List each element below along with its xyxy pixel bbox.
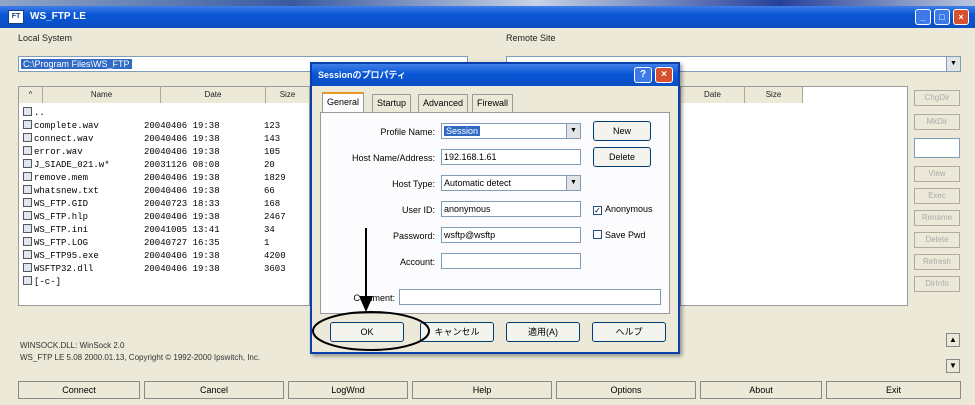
annotation-highlight-ellipse xyxy=(312,311,430,351)
annotation-overlay xyxy=(312,228,430,351)
annotation-arrowhead-icon xyxy=(359,296,373,312)
